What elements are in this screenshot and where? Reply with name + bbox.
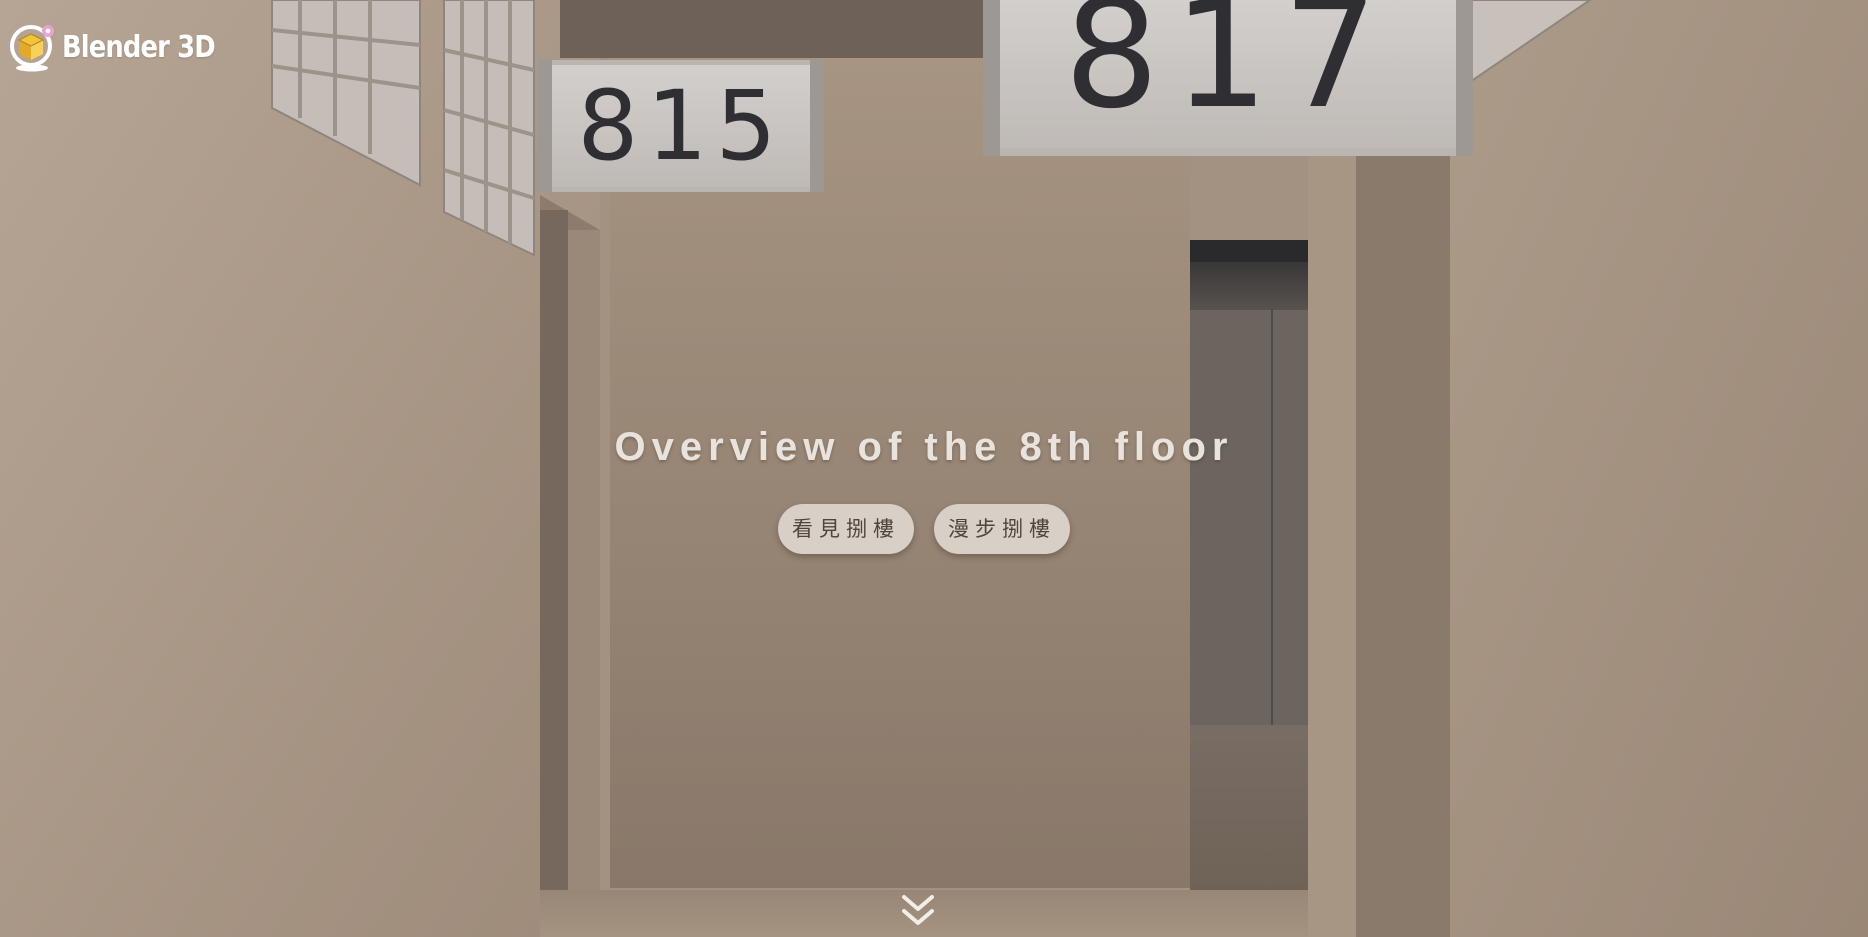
hero-section: 815 817 Blender 3D Overview of the 8th f… <box>0 0 1868 937</box>
room-sign-817: 817 <box>1063 0 1393 142</box>
hero-title: Overview of the 8th floor <box>614 425 1234 469</box>
scroll-down-button[interactable] <box>898 893 938 929</box>
box-globe-logo-icon <box>10 22 56 72</box>
walk-floor-button[interactable]: 漫步捌樓 <box>934 504 1070 554</box>
double-chevron-down-icon <box>898 893 938 929</box>
hero-content: Overview of the 8th floor 看見捌樓 漫步捌樓 <box>0 425 1848 554</box>
brand-logo[interactable]: Blender 3D <box>10 22 240 72</box>
brand-name: Blender 3D <box>62 29 216 65</box>
hero-buttons: 看見捌樓 漫步捌樓 <box>0 504 1848 554</box>
room-sign-815: 815 <box>577 70 785 182</box>
see-floor-button[interactable]: 看見捌樓 <box>778 504 914 554</box>
